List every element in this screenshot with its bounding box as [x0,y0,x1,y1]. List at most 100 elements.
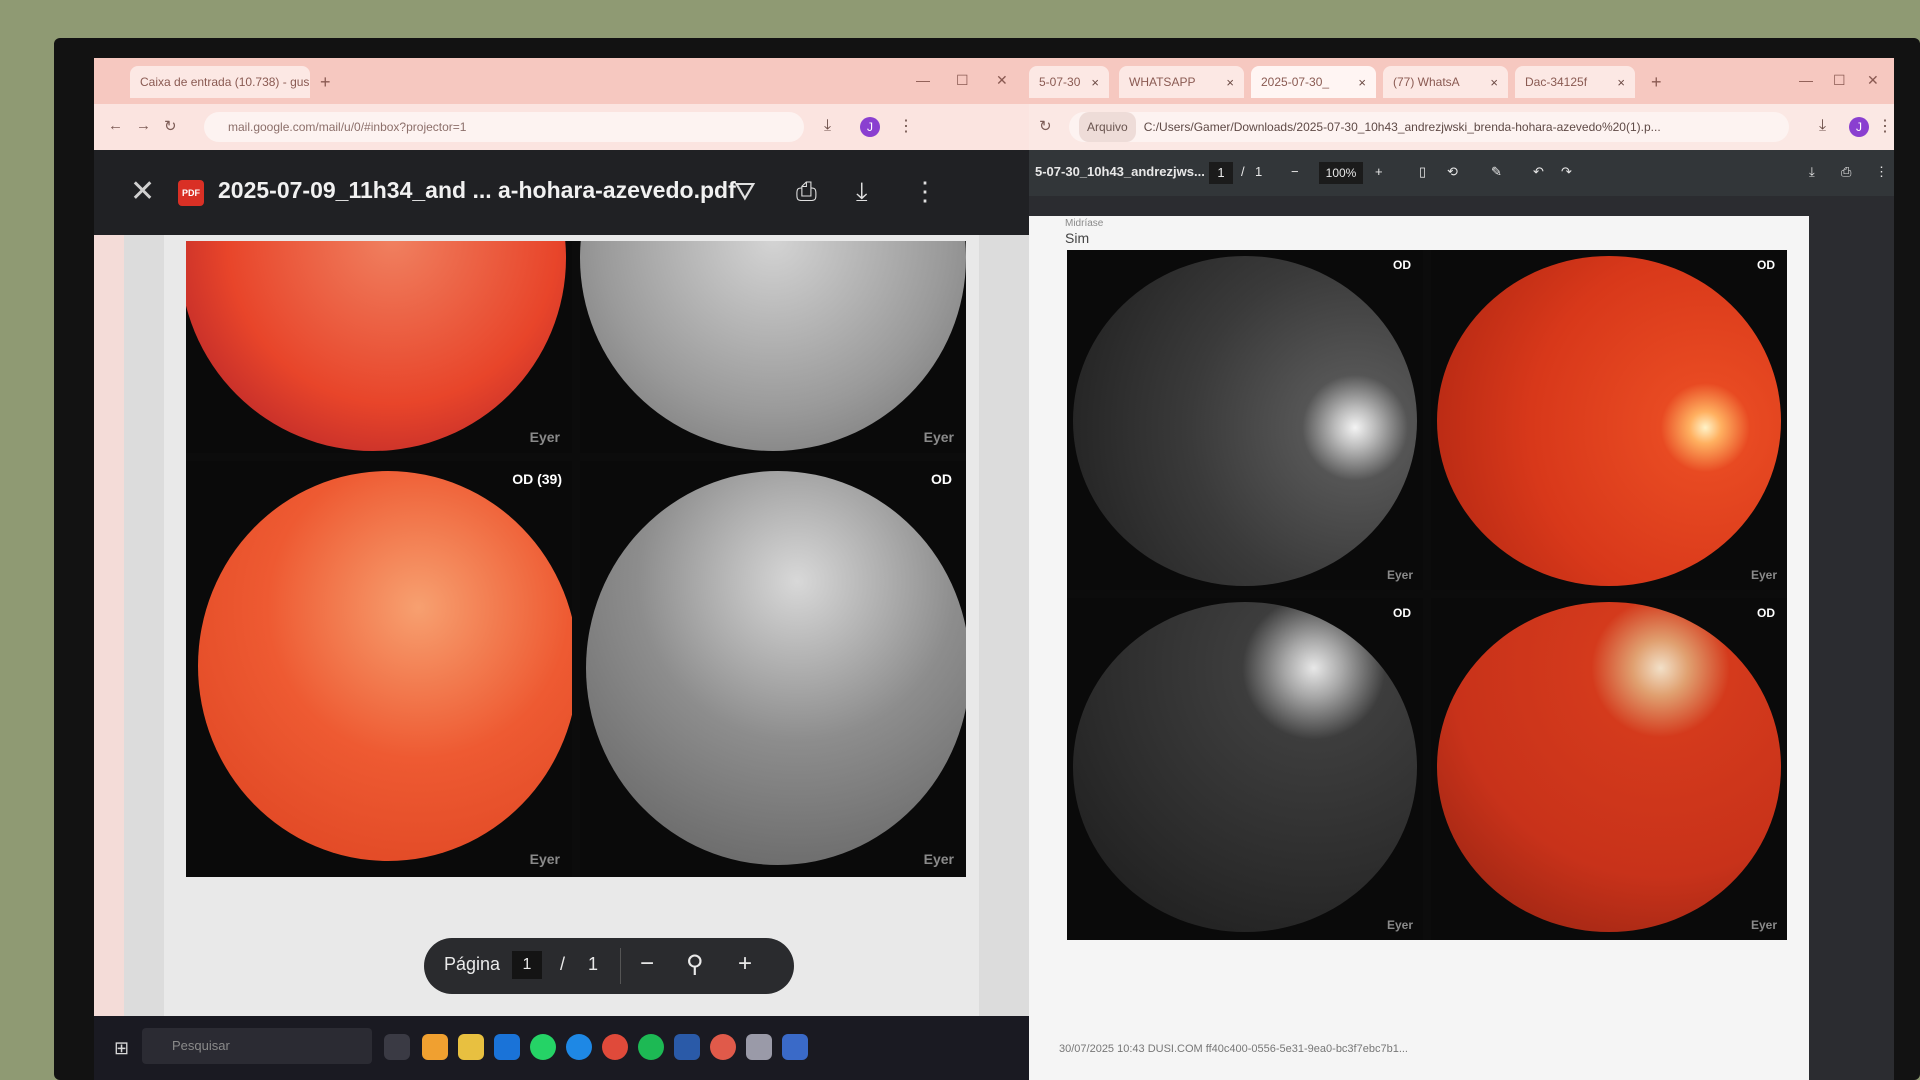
tab-title: Caixa de entrada (10.738) - gus [140,75,310,89]
tab-gmail[interactable]: Caixa de entrada (10.738) - gus × [130,66,310,98]
url-field[interactable]: mail.google.com/mail/u/0/#inbox?projecto… [204,112,804,142]
outlook-icon[interactable] [494,1034,520,1060]
fundus-photo-gray [1073,256,1417,586]
close-tab-icon[interactable]: × [1226,75,1234,90]
app-icon[interactable] [746,1034,772,1060]
maximize-icon[interactable]: ☐ [1833,72,1846,89]
fundus-image: OD Eyer [580,461,966,877]
tab[interactable]: WHATSAPP × [1119,66,1244,98]
reload-icon[interactable]: ↻ [164,117,177,135]
watermark-label: Eyer [1750,568,1777,582]
fundus-photo-gray [580,241,966,451]
fundus-photo-color [1437,256,1781,586]
forward-icon[interactable]: → [136,117,151,134]
close-tab-icon[interactable]: × [1358,75,1366,90]
fundus-image: OD Eyer [1067,598,1423,940]
url-field[interactable]: Arquivo C:/Users/Gamer/Downloads/2025-07-… [1069,112,1789,142]
task-view-icon[interactable] [384,1034,410,1060]
screen: Caixa de entrada (10.738) - gus × + — ☐ … [94,58,1894,1080]
back-icon[interactable]: ← [108,117,123,134]
eye-label: OD [1393,258,1411,272]
watermark-label: Eyer [1386,918,1413,932]
fundus-image: Eyer [580,241,966,453]
app-icon[interactable] [674,1034,700,1060]
chrome-profile-icon[interactable] [710,1034,736,1060]
redo-icon[interactable]: ↷ [1561,164,1572,180]
tab[interactable]: (77) WhatsA × [1383,66,1508,98]
print-icon[interactable]: ⎙ [796,176,817,208]
menu-icon[interactable]: ⋮ [1877,116,1893,136]
new-tab-button[interactable]: + [1651,72,1662,93]
zoom-fit-icon[interactable]: ⚲ [686,950,704,979]
download-icon[interactable]: ⤓ [1809,164,1815,180]
page-navigation-pill: Página 1 / 1 − ⚲ + [424,938,794,994]
chrome-icon[interactable] [602,1034,628,1060]
maximize-icon[interactable]: ☐ [956,72,969,89]
zoom-in-button[interactable]: + [738,950,752,978]
download-icon[interactable]: ⤓ [1819,117,1826,135]
page-separator: / [1241,164,1245,179]
eye-label: OD [1757,258,1775,272]
print-icon[interactable]: ⎙ [1841,164,1851,180]
watermark-label: Eyer [529,851,560,867]
file-explorer-icon[interactable] [458,1034,484,1060]
eye-label: OD (39) [512,471,562,487]
window-close-icon[interactable]: ✕ [996,72,1008,89]
eye-label: OD [931,471,952,487]
window-close-icon[interactable]: ✕ [1867,72,1879,89]
edge-icon[interactable] [566,1034,592,1060]
new-tab-button[interactable]: + [320,72,331,93]
page-number-input[interactable]: 1 [1209,162,1233,184]
download-icon[interactable]: ⤓ [824,117,831,135]
page-total: 1 [1255,164,1263,179]
annotate-icon[interactable]: ✎ [1491,164,1502,180]
profile-avatar[interactable]: J [1849,117,1869,137]
zoom-out-button[interactable]: − [1291,164,1299,179]
more-options-icon[interactable]: ⋮ [912,176,938,207]
close-tab-icon[interactable]: × [1617,75,1625,90]
copilot-icon[interactable] [422,1034,448,1060]
close-viewer-icon[interactable]: ✕ [130,174,155,209]
more-options-icon[interactable]: ⋮ [1875,164,1888,180]
reload-icon[interactable]: ↻ [1039,117,1052,135]
menu-icon[interactable]: ⋮ [898,116,914,136]
midriase-label: Midríase [1065,218,1104,229]
taskbar-search-input[interactable]: Pesquisar [142,1028,372,1064]
app-icon[interactable] [782,1034,808,1060]
pdf-file-icon: PDF [178,180,204,206]
zoom-out-button[interactable]: − [640,950,654,978]
whatsapp-icon[interactable] [530,1034,556,1060]
fit-page-icon[interactable]: ▯ [1419,164,1426,180]
left-address-bar: ← → ↻ mail.google.com/mail/u/0/#inbox?pr… [94,104,1029,150]
tab[interactable]: 5-07-30 × [1029,66,1109,98]
fundus-photo-color [1437,602,1781,932]
tab-active-pdf[interactable]: 2025-07-30_ × [1251,66,1376,98]
zoom-level[interactable]: 100% [1319,162,1363,184]
windows-start-icon[interactable]: ⊞ [114,1038,129,1059]
eye-label: OD [1757,606,1775,620]
url-text: C:/Users/Gamer/Downloads/2025-07-30_10h4… [1143,120,1661,134]
download-pdf-icon[interactable]: ⤓ [856,176,868,208]
close-tab-icon[interactable]: × [1091,75,1099,90]
add-to-drive-icon[interactable]: ⛛ [734,176,756,208]
zoom-in-button[interactable]: + [1375,164,1383,179]
fundus-photo-color [186,241,566,451]
close-tab-icon[interactable]: × [1490,75,1498,90]
tab-title: 2025-07-30_ [1261,75,1330,89]
left-tab-bar: Caixa de entrada (10.738) - gus × + — ☐ … [94,58,1029,104]
minimize-icon[interactable]: — [916,72,930,88]
watermark-label: Eyer [529,429,560,445]
undo-icon[interactable]: ↶ [1533,164,1544,180]
tab[interactable]: Dac-34125f × [1515,66,1635,98]
fundus-image: OD Eyer [1431,250,1787,590]
page-number-input[interactable]: 1 [512,951,542,979]
minimize-icon[interactable]: — [1799,72,1813,88]
fundus-image: OD (39) Eyer [186,461,572,877]
rotate-icon[interactable]: ⟲ [1447,164,1458,180]
report-footer: 30/07/2025 10:43 DUSI.COM ff40c400-0556-… [1059,1043,1408,1055]
spotify-icon[interactable] [638,1034,664,1060]
profile-avatar[interactable]: J [860,117,880,137]
close-tab-icon[interactable]: × [309,75,310,90]
fundus-image: OD Eyer [1431,598,1787,940]
fundus-image-grid-left: Eyer Eyer OD (39) Eyer OD Eyer [186,241,966,877]
